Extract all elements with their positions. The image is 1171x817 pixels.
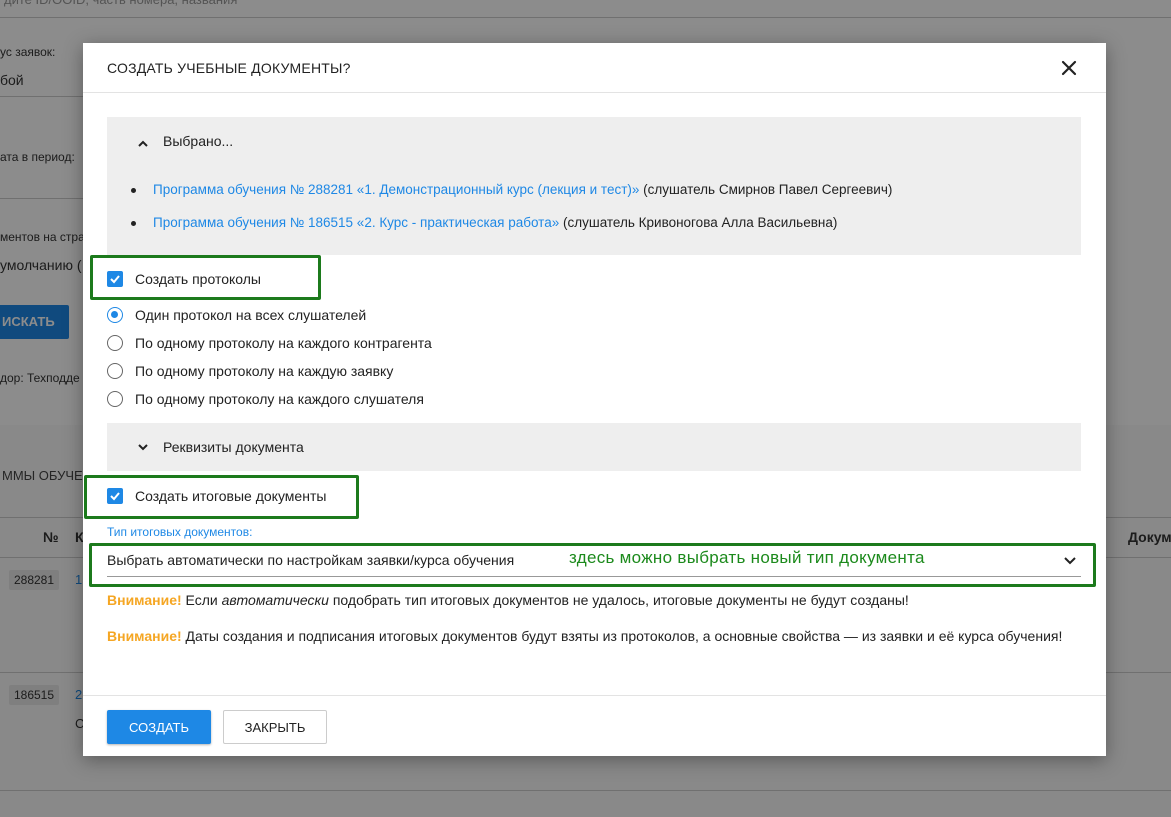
dialog-header: СОЗДАТЬ УЧЕБНЫЕ ДОКУМЕНТЫ? xyxy=(83,43,1106,93)
close-button[interactable]: ЗАКРЫТЬ xyxy=(223,710,327,744)
chevron-up-icon[interactable] xyxy=(137,138,149,150)
warning-text: подобрать тип итоговых документов не уда… xyxy=(328,592,909,608)
radio[interactable] xyxy=(107,363,123,379)
protocol-option[interactable]: По одному протоколу на каждую заявку xyxy=(107,363,393,379)
protocol-option[interactable]: Один протокол на всех слушателей xyxy=(107,307,366,323)
warning-message: Внимание! Если автоматически подобрать т… xyxy=(107,588,1067,612)
radio-selected[interactable] xyxy=(107,307,123,323)
selected-item-link[interactable]: Программа обучения № 186515 «2. Курс - п… xyxy=(153,215,559,230)
selected-item-link[interactable]: Программа обучения № 288281 «1. Демонстр… xyxy=(153,182,639,197)
protocol-option-label: Один протокол на всех слушателей xyxy=(135,307,367,323)
chevron-down-icon[interactable] xyxy=(137,441,149,453)
details-panel[interactable]: Реквизиты документа xyxy=(107,423,1081,471)
warning-text: Даты создания и подписания итоговых доку… xyxy=(181,628,1063,644)
protocol-option[interactable]: По одному протоколу на каждого слушателя xyxy=(107,391,424,407)
radio[interactable] xyxy=(107,391,123,407)
bullet xyxy=(131,188,136,193)
selected-panel: Выбрано... Программа обучения № 288281 «… xyxy=(107,117,1081,255)
radio[interactable] xyxy=(107,335,123,351)
create-button[interactable]: СОЗДАТЬ xyxy=(107,710,211,744)
final-doc-type-label: Тип итоговых документов: xyxy=(107,525,253,539)
warning-emphasis: автоматически xyxy=(221,592,329,608)
details-panel-heading[interactable]: Реквизиты документа xyxy=(163,439,304,455)
dialog-footer: СОЗДАТЬ ЗАКРЫТЬ xyxy=(83,695,1106,756)
protocol-option[interactable]: По одному протоколу на каждого контраген… xyxy=(107,335,432,351)
selected-item-note: (слушатель Кривоногова Алла Васильевна) xyxy=(559,215,838,230)
close-icon[interactable] xyxy=(1058,57,1080,79)
warning-prefix: Внимание! xyxy=(107,592,182,608)
annotation-highlight xyxy=(84,475,359,519)
protocol-option-label: По одному протоколу на каждую заявку xyxy=(135,363,394,379)
warning-message: Внимание! Даты создания и подписания ито… xyxy=(107,624,1067,648)
warning-prefix: Внимание! xyxy=(107,628,182,644)
selected-panel-heading[interactable]: Выбрано... xyxy=(163,133,233,149)
selected-item: Программа обучения № 288281 «1. Демонстр… xyxy=(131,182,892,197)
warning-text: Если xyxy=(181,592,222,608)
protocol-option-label: По одному протоколу на каждого слушателя xyxy=(135,391,424,407)
create-documents-dialog: СОЗДАТЬ УЧЕБНЫЕ ДОКУМЕНТЫ? Выбрано... Пр… xyxy=(83,43,1106,756)
selected-item: Программа обучения № 186515 «2. Курс - п… xyxy=(131,215,837,230)
bullet xyxy=(131,221,136,226)
annotation-highlight xyxy=(89,543,1096,587)
dialog-title: СОЗДАТЬ УЧЕБНЫЕ ДОКУМЕНТЫ? xyxy=(107,60,351,76)
annotation-highlight xyxy=(90,255,321,300)
selected-item-note: (слушатель Смирнов Павел Сергеевич) xyxy=(639,182,893,197)
protocol-option-label: По одному протоколу на каждого контраген… xyxy=(135,335,432,351)
